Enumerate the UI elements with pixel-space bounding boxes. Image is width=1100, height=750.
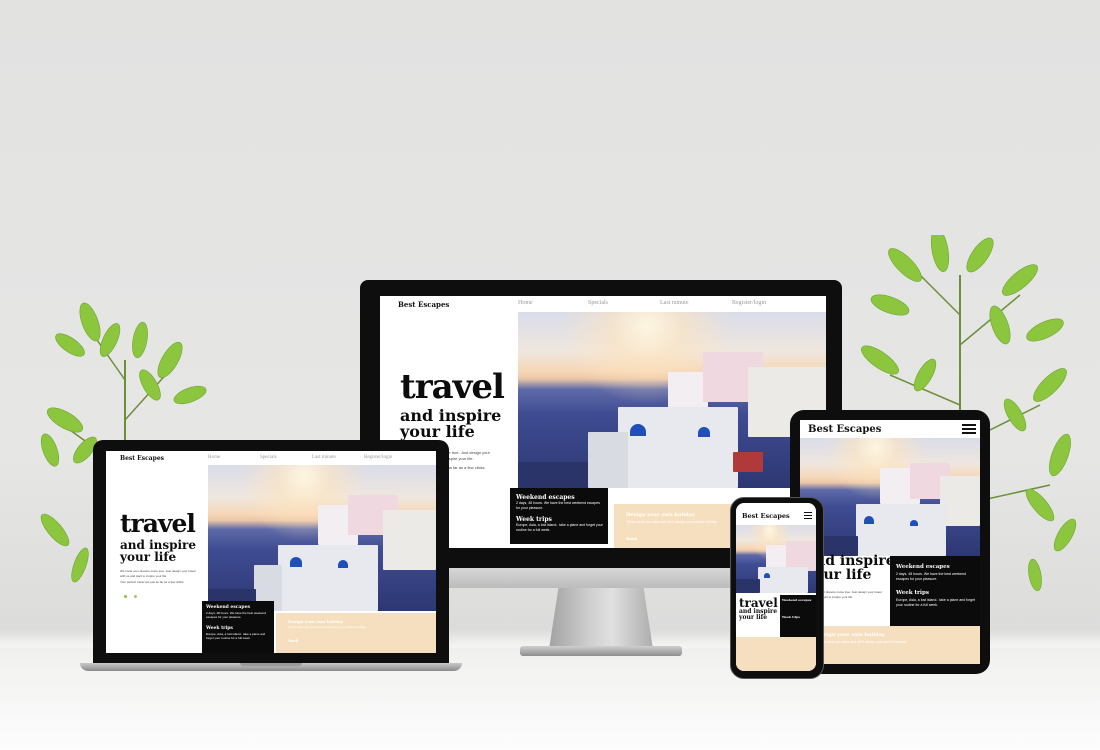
nav-register-login[interactable]: Register/login [364,455,392,460]
laptop-notch [240,663,302,666]
laptop-screen: Best Escapes Home Specials Last minute R… [106,451,436,653]
card-trips[interactable]: Weekend escapes Week trips [780,595,816,637]
hero-image [208,465,436,611]
card-weekend-text: 2 days, 48 hours. We have the best weeke… [896,572,966,581]
subheadline-2: your life [739,614,768,622]
card-design-title: Design your own holiday [288,619,344,624]
card-design[interactable] [736,637,816,671]
card-design-link[interactable]: Book [288,639,298,643]
brand-logo[interactable]: Best Escapes [120,455,164,462]
intro-text: We invite your dreams come true. Just de… [120,569,200,585]
subheadline-2: your life [120,550,177,565]
nav-last-minute[interactable]: Last minute [312,455,336,460]
subheadline-2: your life [400,422,475,442]
card-week-title: Week trips [516,516,552,523]
phone-screen: Best Escapes travel and inspire your lif… [736,503,816,671]
card-trips[interactable]: Weekend escapes 2 days, 48 hours. We hav… [510,488,608,544]
card-design-link[interactable]: Book [626,536,638,541]
carousel-dot[interactable] [124,595,127,598]
intro-paragraph-1: We invite your dreams come true. Just de… [120,569,196,578]
brand-logo[interactable]: Best Escapes [398,300,449,309]
card-weekend-title: Weekend escapes [516,494,575,501]
hero-heading: travel and inspire your life [400,370,525,441]
hamburger-menu-icon[interactable] [962,424,976,434]
card-weekend-title: Weekend escapes [782,598,812,602]
monitor-stand [549,588,653,646]
nav-specials[interactable]: Specials [588,300,608,306]
card-week-title: Week trips [782,615,800,619]
card-week-text: Europe, Asia, a lost island.. take a pla… [206,632,266,640]
hero-image [518,312,826,488]
card-weekend-title: Weekend escapes [206,605,250,610]
card-design-text: Tell us what you want and we'll design y… [288,625,367,629]
card-trips[interactable]: Weekend escapes 2 days, 48 hours. We hav… [890,556,980,626]
card-week-title: Week trips [206,626,233,631]
brand-logo[interactable]: Best Escapes [742,512,790,520]
card-weekend-title: Weekend escapes [896,564,950,570]
card-week-text: Europe, Asia, a lost island.. take a pla… [516,523,603,532]
card-design-text: Tell us what you want and we'll design y… [626,520,718,524]
card-week-title: Week trips [896,590,929,596]
card-design-text: Tell us what you want and we'll design y… [816,640,908,644]
carousel-dot[interactable] [134,595,137,598]
hamburger-menu-icon[interactable] [804,512,812,519]
tablet-screen: Best Escapes and inspire your life We in… [800,420,980,664]
nav-register-login[interactable]: Register/login [732,300,766,306]
card-weekend-text: 2 days, 48 hours. We have the best weeke… [516,501,600,510]
monitor-base [520,646,682,656]
intro-paragraph-2: Your perfect travel are just as far as a… [120,580,185,584]
hero-image [736,525,816,593]
nav-last-minute[interactable]: Last minute [660,300,689,306]
hero-heading: travel and inspire your life [120,511,215,563]
card-week-text: Europe, Asia, a lost island.. take a pla… [896,598,975,607]
nav-home[interactable]: Home [518,300,533,306]
card-design[interactable]: Design your own holiday Tell us what you… [276,613,436,653]
card-weekend-text: 2 days, 48 hours. We have the best weeke… [206,611,266,619]
card-design[interactable]: Design your own holiday Tell us what you… [614,504,744,548]
nav-specials[interactable]: Specials [260,455,277,460]
card-design[interactable]: Design your own holiday Tell us what you… [800,626,980,664]
nav-home[interactable]: Home [208,455,220,460]
hero-heading: travel and inspire your life [739,597,783,621]
card-design-title: Design your own holiday [626,512,695,518]
headline: travel [120,509,196,538]
headline: travel [400,367,505,407]
carousel-dots[interactable] [124,595,144,599]
card-trips[interactable]: Weekend escapes 2 days, 48 hours. We hav… [202,601,274,653]
hero-image [800,438,980,556]
brand-logo[interactable]: Best Escapes [808,424,881,435]
card-design-title: Design your own holiday [816,632,885,638]
